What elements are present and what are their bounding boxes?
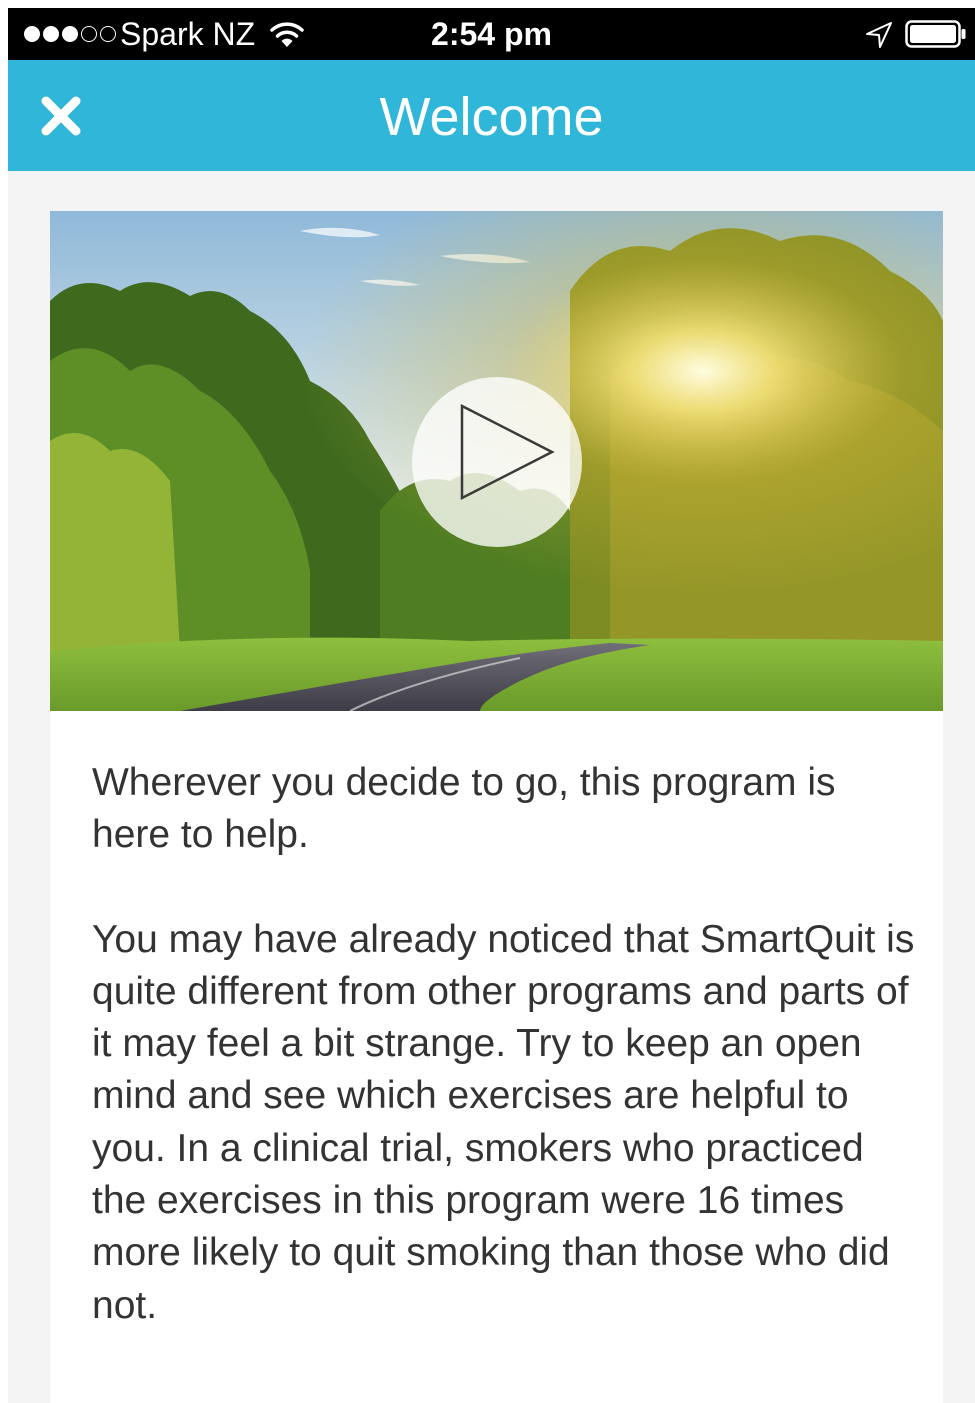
welcome-video[interactable] (50, 211, 943, 711)
body-paragraph: You may have already noticed that SmartQ… (92, 917, 915, 1327)
play-icon (460, 403, 555, 501)
welcome-text: Wherever you decide to go, this program … (92, 757, 922, 1332)
app-screen: Spark NZ 2:54 pm Welcome Wherever you de… (8, 8, 975, 1403)
battery-icon (905, 20, 966, 48)
clock: 2:54 pm (431, 16, 552, 52)
play-button[interactable] (412, 377, 582, 547)
location-arrow-icon (866, 22, 892, 48)
navigation-bar: Welcome (8, 60, 975, 171)
intro-paragraph: Wherever you decide to go, this program … (92, 761, 836, 857)
page-title: Welcome (379, 87, 604, 147)
status-bar: Spark NZ 2:54 pm (8, 8, 975, 60)
welcome-card: Wherever you decide to go, this program … (50, 211, 943, 1403)
